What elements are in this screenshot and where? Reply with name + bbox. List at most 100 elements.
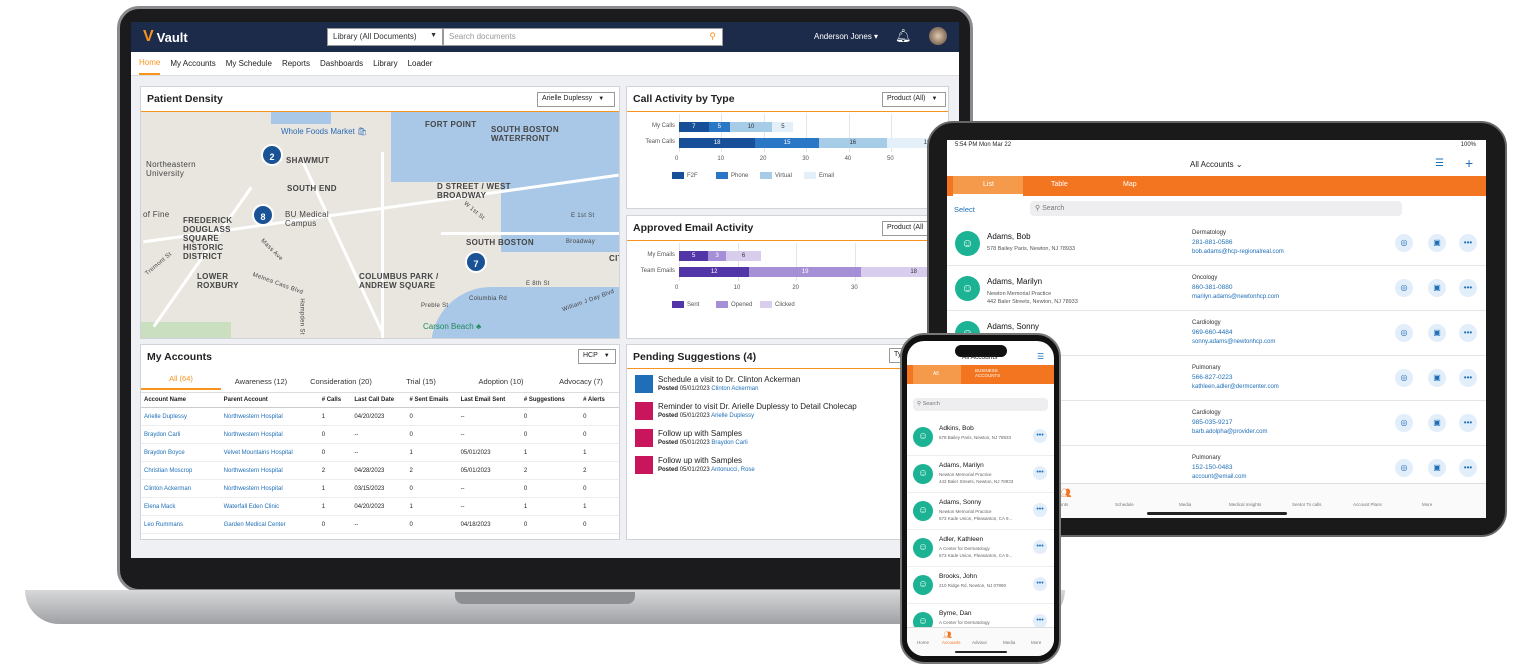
bar-segment[interactable]: 12 — [679, 267, 750, 277]
tab-media[interactable]: Media — [1179, 502, 1191, 507]
tab-more[interactable]: More — [1031, 640, 1041, 645]
suggestion-account-link[interactable]: Antonucci, Rose — [711, 467, 755, 473]
schedule-icon[interactable]: ▣ — [1428, 369, 1446, 387]
schedule-icon[interactable]: ▣ — [1428, 234, 1446, 252]
suggestion-account-link[interactable]: Braydon Carli — [711, 440, 747, 446]
nav-home[interactable]: Home — [139, 52, 161, 75]
more-icon[interactable]: ••• — [1033, 503, 1047, 517]
visit-icon[interactable]: ◎ — [1395, 324, 1413, 342]
nav-reports[interactable]: Reports — [282, 53, 310, 74]
bar-segment[interactable]: 5 — [772, 122, 794, 132]
bar-segment[interactable]: 10 — [729, 122, 773, 132]
suggestion-item[interactable]: Reminder to visit Dr. Arielle Duplessy t… — [635, 402, 857, 420]
phone-link[interactable]: 566-827-0223 — [1192, 374, 1232, 381]
nav-my-schedule[interactable]: My Schedule — [226, 53, 272, 74]
vault-logo[interactable]: V Vault — [143, 28, 188, 46]
column-header[interactable]: # Alerts — [580, 393, 619, 408]
account-link[interactable]: Arielle Duplessy — [141, 407, 221, 426]
account-link[interactable]: Elena Mack — [141, 497, 221, 516]
list-item[interactable]: ☺ Brooks, John 210 Ridge Rd, Newton, NJ 07… — [907, 567, 1054, 604]
search-input[interactable]: ⚲ Search — [1030, 201, 1402, 216]
column-header[interactable]: Account Name — [141, 393, 221, 408]
table-row[interactable]: Braydon Boyce Velvet Mountains Hospital 0-… — [141, 443, 619, 462]
more-icon[interactable]: ••• — [1033, 429, 1047, 443]
avatar[interactable] — [929, 27, 947, 45]
more-icon[interactable]: ••• — [1459, 324, 1477, 342]
phone-link[interactable]: 281-881-0586 — [1192, 239, 1232, 246]
user-menu[interactable]: Anderson Jones ▾ — [814, 32, 878, 41]
account-link[interactable]: Christian Moscrop — [141, 461, 221, 480]
parent-account-link[interactable]: Northwestern Hospital — [220, 479, 319, 498]
visit-icon[interactable]: ◎ — [1395, 234, 1413, 252]
phone-link[interactable]: 969-660-4484 — [1192, 329, 1232, 336]
tab-table[interactable]: Table — [1051, 181, 1068, 188]
more-icon[interactable]: ••• — [1459, 369, 1477, 387]
account-link[interactable]: Leo Rummans — [141, 515, 221, 534]
patient-density-filter[interactable]: Arielle Duplessy ▼ — [537, 92, 615, 107]
schedule-icon[interactable]: ▣ — [1428, 414, 1446, 432]
visit-icon[interactable]: ◎ — [1395, 414, 1413, 432]
tab-advocacy[interactable]: Advocacy (7) — [541, 377, 619, 386]
cluster-marker[interactable]: 2 — [261, 144, 283, 166]
more-icon[interactable]: ••• — [1033, 577, 1047, 591]
list-item[interactable]: ☺ Adams, Sonny Newton Memorial Practice 573… — [907, 493, 1054, 530]
bar-segment[interactable]: 5 — [708, 122, 730, 132]
tab-advisor[interactable]: Advisor — [972, 640, 987, 645]
tab-media[interactable]: Media — [1003, 640, 1015, 645]
parent-account-link[interactable]: Northwestern Hospital — [220, 425, 319, 444]
column-header[interactable]: Last Call Date — [351, 393, 407, 408]
column-header[interactable]: Last Email Sent — [457, 393, 521, 408]
phone-link[interactable]: 152-150-0483 — [1192, 464, 1232, 471]
list-item[interactable]: ☺ Adkins, Bob 578 Bailey Paris, Newton, NJ… — [907, 419, 1054, 456]
nav-loader[interactable]: Loader — [408, 53, 433, 74]
schedule-icon[interactable]: ▣ — [1428, 279, 1446, 297]
search-icon[interactable]: ⚲ — [709, 31, 716, 42]
list-item[interactable]: ☺ Adams, Marilyn Newton Memorial Practice 4… — [907, 456, 1054, 493]
tab-all[interactable]: All (64) — [141, 374, 221, 390]
poi-whole-foods[interactable]: Whole Foods Market 🛍︎ — [281, 127, 367, 136]
cluster-marker[interactable]: 7 — [465, 251, 487, 273]
column-header[interactable]: # Sent Emails — [406, 393, 458, 408]
bar-segment[interactable]: 5 — [679, 251, 709, 261]
table-row[interactable]: Arielle Duplessy Northwestern Hospital 1 04… — [141, 407, 619, 426]
parent-account-link[interactable]: Velvet Mountains Hospital — [220, 443, 319, 462]
tab-adoption[interactable]: Adoption (10) — [461, 377, 541, 386]
cluster-marker[interactable]: 8 — [252, 204, 274, 226]
add-icon[interactable]: + — [1465, 155, 1473, 171]
account-link[interactable]: Braydon Carli — [141, 425, 221, 444]
visit-icon[interactable]: ◎ — [1395, 279, 1413, 297]
nav-library[interactable]: Library — [373, 53, 397, 74]
poi-carson-beach[interactable]: Carson Beach ♣ — [423, 322, 481, 331]
bar-segment[interactable]: 6 — [725, 251, 762, 261]
more-icon[interactable]: ••• — [1459, 459, 1477, 477]
tab-schedule[interactable]: Schedule — [1115, 502, 1134, 507]
tab-awareness[interactable]: Awareness (12) — [221, 377, 301, 386]
tab-business-accounts[interactable]: Business Accounts — [975, 368, 1011, 378]
column-header[interactable]: Parent Account — [220, 393, 319, 408]
table-row[interactable]: Leo Rummans Garden Medical Center 0 -- 0 04/1… — [141, 515, 619, 534]
list-item[interactable]: ☺ Adams, Marilyn Newton Memorial Practice 4… — [947, 267, 1486, 311]
select-button[interactable]: Select — [954, 205, 975, 214]
suggestion-item[interactable]: Follow up with Samples Posted 05/01/2023 … — [635, 429, 748, 447]
more-icon[interactable]: ••• — [1033, 614, 1047, 628]
bell-icon[interactable]: 🔔︎ — [895, 28, 912, 44]
account-type-filter[interactable]: HCP ▼ — [578, 349, 616, 364]
bar-segment[interactable]: 16 — [818, 138, 887, 148]
page-title[interactable]: All Accounts ⌄ — [1190, 160, 1243, 169]
filter-icon[interactable]: ☰ — [1037, 352, 1044, 361]
parent-account-link[interactable]: Garden Medical Center — [220, 515, 319, 534]
tab-medical-insights[interactable]: Medical Insights — [1229, 502, 1261, 507]
email-link[interactable]: barb.adolpha@provider.com — [1192, 429, 1267, 435]
bar-segment[interactable]: 15 — [755, 138, 819, 148]
parent-account-link[interactable]: Waterfall Eden Clinic — [220, 497, 319, 516]
visit-icon[interactable]: ◎ — [1395, 459, 1413, 477]
table-row[interactable]: Christian Moscrop Northwestern Hospital 2 0… — [141, 461, 619, 480]
table-row[interactable]: Braydon Carli Northwestern Hospital 0 -- 0 --… — [141, 425, 619, 444]
email-link[interactable]: bob.adams@hcp-regionalreal.com — [1192, 249, 1284, 255]
email-link[interactable]: sonny.adams@newtonhcp.com — [1192, 339, 1275, 345]
phone-link[interactable]: 985-035-9217 — [1192, 419, 1232, 426]
call-activity-filter[interactable]: Product (All) ▼ — [882, 92, 946, 107]
tab-accounts[interactable]: Accounts — [942, 640, 961, 645]
map[interactable]: FORT POINT SOUTH BOSTON WATERFRONT SHAWM… — [141, 112, 619, 338]
more-icon[interactable]: ••• — [1033, 466, 1047, 480]
